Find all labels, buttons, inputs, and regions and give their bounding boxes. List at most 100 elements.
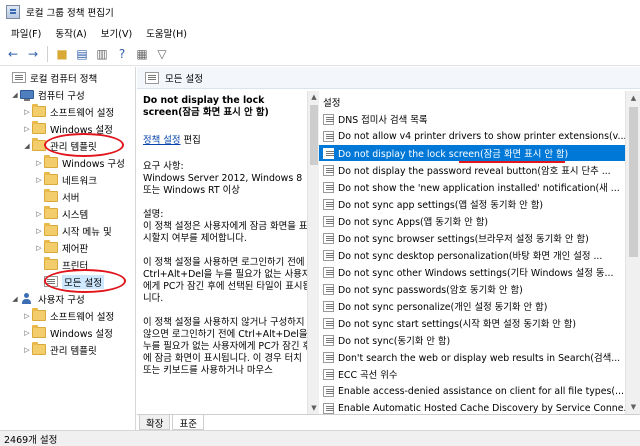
list-item-label: Do not sync app settings(앱 설정 동기화 안 함) [338,200,544,211]
expand-icon[interactable]: ▷ [22,108,32,116]
folder-icon [32,138,46,151]
policy-title: Do not display the lock screen(잠금 화면 표시 … [143,95,269,118]
expand-icon[interactable]: ▷ [22,346,32,354]
expand-icon[interactable]: ▷ [34,176,44,184]
app-icon [6,5,20,19]
list-item[interactable]: Enable Automatic Hosted Cache Discovery … [319,400,625,414]
description-panel: Do not display the lock screen(잠금 화면 표시 … [137,91,319,414]
scroll-thumb[interactable] [310,105,318,165]
scroll-down-arrow-icon[interactable]: ▼ [626,400,640,414]
list-item[interactable]: Do not display the password reveal butto… [319,162,625,178]
list-item-label: Do not sync desktop personalization(바탕 화… [338,251,603,262]
properties-icon[interactable]: ▥ [93,45,111,63]
description-scrollbar[interactable]: ▲ ▼ [307,91,319,414]
expand-icon[interactable]: ▷ [34,244,44,252]
list-item[interactable]: DNS 접미사 검색 목록 [319,111,625,127]
status-bar: 2469개 설정 [0,430,640,446]
folder-icon [32,104,46,117]
expand-icon[interactable]: ▷ [22,125,32,133]
filter-icon[interactable]: ▽ [153,45,171,63]
menu-view[interactable]: 보기(V) [94,26,139,40]
list-item[interactable]: Do not sync passwords(암호 동기화 안 함) [319,281,625,297]
list-item-label: Don't search the web or display web resu… [338,353,621,364]
tab-standard[interactable]: 표준 [172,415,204,430]
collapse-icon[interactable]: ◢ [10,295,20,303]
column-header-setting[interactable]: 설정 [323,95,340,109]
expand-icon[interactable]: ▷ [34,210,44,218]
list-item[interactable]: Don't search the web or display web resu… [319,349,625,365]
expand-icon[interactable]: ▷ [34,227,44,235]
tree-item-user-software-settings[interactable]: ▷ 소프트웨어 설정 [22,307,114,324]
tree-item-label: 서버 [62,192,80,204]
list-item-label: DNS 접미사 검색 목록 [338,115,428,126]
list-item[interactable]: Do not sync Apps(앱 동기화 안 함) [319,213,625,229]
list-item-label: Do not sync Apps(앱 동기화 안 함) [338,217,488,228]
list-item[interactable]: Do not sync personalize(개인 설정 동기화 안 함) [319,298,625,314]
list-item[interactable]: Do not sync desktop personalization(바탕 화… [319,247,625,263]
tree-item-windows-components[interactable]: ▷ Windows 구성 [34,154,125,171]
tree-item-local-computer-policy[interactable]: 로컬 컴퓨터 정책 [2,69,97,86]
list-item[interactable]: Do not sync browser settings(브라우저 설정 동기화… [319,230,625,246]
tree-item-user-windows-settings[interactable]: ▷ Windows 설정 [22,324,113,341]
tree-item-server[interactable]: 서버 [34,188,79,205]
menu-help[interactable]: 도움말(H) [139,26,194,40]
edit-policy-link[interactable]: 정책 설정 [143,135,180,146]
policy-setting-icon [323,334,334,346]
list-item[interactable]: ECC 곡선 위수 [319,366,625,382]
list-item-label: Do not display the password reveal butto… [338,166,611,177]
menu-file[interactable]: 파일(F) [4,26,48,40]
list-item[interactable]: Do not show the 'new application install… [319,179,625,195]
tree-item-printers[interactable]: 프린터 [34,256,88,273]
tree-item-label: 컴퓨터 구성 [38,90,85,102]
back-arrow-icon[interactable]: ← [4,45,22,63]
scroll-up-arrow-icon[interactable]: ▲ [626,91,640,105]
list-item-label: Do not sync personalize(개인 설정 동기화 안 함) [338,302,548,313]
tab-extended[interactable]: 확장 [139,415,171,430]
settings-list-scrollbar[interactable]: ▲ ▼ [625,91,640,414]
policy-setting-icon [323,147,334,159]
tree-item-all-settings[interactable]: 모든 설정 [34,273,104,290]
tree-item-system[interactable]: ▷ 시스템 [34,205,88,222]
description-paragraph-2: 이 정책 설정을 사용하면 로그인하기 전에 Ctrl+Alt+Del을 누를 … [143,257,312,304]
list-item[interactable]: Do not sync other Windows settings(기타 Wi… [319,264,625,280]
tree-item-control-panel[interactable]: ▷ 제어판 [34,239,88,256]
expand-icon[interactable]: ▷ [22,329,32,337]
tree-item-label: Windows 구성 [62,158,125,170]
forward-arrow-icon[interactable]: → [24,45,42,63]
list-item[interactable]: Do not sync app settings(앱 설정 동기화 안 함) [319,196,625,212]
tree-item-admin-templates[interactable]: ◢ 관리 템플릿 [22,137,97,154]
tree-item-start-menu[interactable]: ▷ 시작 메뉴 및 [34,222,112,239]
collapse-icon[interactable]: ◢ [22,142,32,150]
scroll-thumb[interactable] [629,107,638,257]
policy-setting-icon [323,402,334,414]
tree-item-user-config[interactable]: ◢ 사용자 구성 [10,290,85,307]
description-label: 설명: [143,209,164,220]
up-folder-icon[interactable]: ■ [53,45,71,63]
tree-item-software-settings[interactable]: ▷ 소프트웨어 설정 [22,103,114,120]
list-item[interactable]: Do not sync start settings(시작 화면 설정 동기화 … [319,315,625,331]
list-item[interactable]: Do not allow v4 printer drivers to show … [319,128,625,144]
folder-icon [44,240,58,253]
tree-item-windows-settings[interactable]: ▷ Windows 설정 [22,120,113,137]
help-icon[interactable]: ? [113,45,131,63]
menu-action[interactable]: 동작(A) [48,26,93,40]
view-icon[interactable]: ▦ [133,45,151,63]
list-item[interactable]: Do not sync(동기화 안 함) [319,332,625,348]
list-item[interactable]: Enable access-denied assistance on clien… [319,383,625,399]
expand-icon[interactable]: ▷ [34,159,44,167]
tree-item-label: 모든 설정 [62,274,104,289]
list-item-label: Do not show the 'new application install… [338,183,620,194]
tree-item-label: 관리 템플릿 [50,141,97,153]
tree-pane: 로컬 컴퓨터 정책 ◢ 컴퓨터 구성 ▷ 소프트웨어 설정 ▷ Windows … [0,67,136,430]
view-tabs: 확장 표준 [137,414,640,430]
expand-icon[interactable]: ▷ [22,312,32,320]
list-item-selected[interactable]: Do not display the lock screen(잠금 화면 표시 … [319,145,625,161]
tree-item-network[interactable]: ▷ 네트워크 [34,171,97,188]
show-hide-tree-icon[interactable]: ▤ [73,45,91,63]
tree-item-label: Windows 설정 [50,124,113,136]
tree-item-computer-config[interactable]: ◢ 컴퓨터 구성 [10,86,85,103]
tree-item-user-admin-templates[interactable]: ▷ 관리 템플릿 [22,341,97,358]
list-item-label: Do not allow v4 printer drivers to show … [338,130,625,142]
expand-icon[interactable]: ◢ [10,91,20,99]
list-item-label: Enable Automatic Hosted Cache Discovery … [338,402,625,414]
